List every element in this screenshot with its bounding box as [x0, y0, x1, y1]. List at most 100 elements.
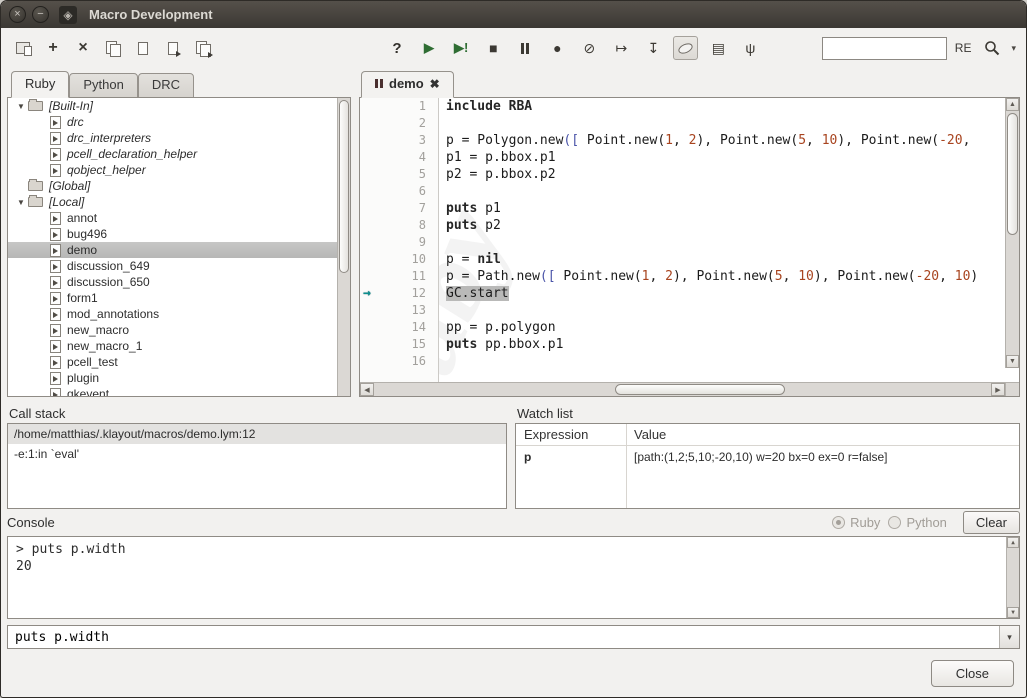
editor-line[interactable]: GC.start — [446, 285, 1019, 302]
tab-python[interactable]: Python — [69, 73, 137, 98]
minimize-window-icon[interactable]: − — [32, 6, 49, 23]
tab-ruby[interactable]: Ruby — [11, 71, 69, 98]
clear-breakpoints-icon[interactable]: ⊘ — [577, 36, 601, 60]
scroll-left-icon[interactable]: ◀ — [360, 383, 374, 396]
gutter-line[interactable]: 13 — [360, 302, 438, 319]
tree-item-form1[interactable]: form1 — [8, 290, 350, 306]
breakpoint-icon[interactable]: ● — [545, 36, 569, 60]
tree-item-global[interactable]: [Global] — [8, 178, 350, 194]
search-icon[interactable] — [979, 36, 1005, 60]
tree-scrollbar[interactable] — [337, 98, 350, 396]
new-macro-icon[interactable] — [11, 36, 35, 60]
history-dropdown-icon[interactable]: ▾ — [999, 626, 1019, 648]
scroll-right-icon[interactable]: ▶ — [991, 383, 1005, 396]
run-icon[interactable]: ▶ — [417, 36, 441, 60]
gutter-line[interactable]: 8 — [360, 217, 438, 234]
tree-item-qobject-helper[interactable]: qobject_helper — [8, 162, 350, 178]
editor-line[interactable] — [446, 183, 1019, 200]
gutter-line[interactable]: 4 — [360, 149, 438, 166]
editor-line[interactable]: p = nil — [446, 251, 1019, 268]
editor-line[interactable]: p = Path.new([ Point.new(1, 2), Point.ne… — [446, 268, 1019, 285]
tree-scrollbar-thumb[interactable] — [339, 100, 349, 273]
tree-item-qkevent[interactable]: qkevent — [8, 386, 350, 397]
tree-item-local[interactable]: ▼[Local] — [8, 194, 350, 210]
console-scrollbar[interactable]: ▲ ▼ — [1006, 537, 1019, 618]
watch-row[interactable]: p[path:(1,2;5,10;-20,10) w=20 bx=0 ex=0 … — [516, 446, 1019, 468]
search-options-chevron-icon[interactable]: ▾ — [1011, 43, 1016, 54]
tree-item-pcell-declaration-helper[interactable]: pcell_declaration_helper — [8, 146, 350, 162]
gutter-line[interactable]: 16 — [360, 353, 438, 370]
tree-item-annot[interactable]: annot — [8, 210, 350, 226]
save-all-icon[interactable] — [191, 36, 215, 60]
editor-line[interactable]: puts p2 — [446, 217, 1019, 234]
console-scroll-down-icon[interactable]: ▼ — [1007, 607, 1019, 618]
editor-vscrollbar[interactable]: ▲ ▼ — [1005, 98, 1019, 368]
editor-line[interactable]: p2 = p.bbox.p2 — [446, 166, 1019, 183]
console-output[interactable]: > puts p.width20 ▲ ▼ — [7, 536, 1020, 619]
gutter-line[interactable]: 3 — [360, 132, 438, 149]
gutter-line[interactable]: 2 — [360, 115, 438, 132]
close-window-icon[interactable]: × — [9, 6, 26, 23]
tree-item-discussion-649[interactable]: discussion_649 — [8, 258, 350, 274]
call-stack-frame[interactable]: -e:1:in `eval' — [8, 444, 506, 464]
line-number-gutter[interactable]: 1234567891011→1213141516 — [360, 98, 439, 382]
editor-hscrollbar[interactable]: ◀ ▶ — [360, 382, 1019, 396]
tree-item-plugin[interactable]: plugin — [8, 370, 350, 386]
tree-item-bug496[interactable]: bug496 — [8, 226, 350, 242]
step-over-icon[interactable]: ↦ — [609, 36, 633, 60]
add-icon[interactable]: + — [41, 36, 65, 60]
clear-output-icon[interactable] — [673, 36, 698, 60]
tree-item-built-in[interactable]: ▼[Built-In] — [8, 98, 350, 114]
close-tab-icon[interactable]: ✖ — [430, 78, 440, 90]
radio-python[interactable]: Python — [888, 515, 946, 530]
gutter-line[interactable]: 11 — [360, 268, 438, 285]
regex-toggle[interactable]: RE — [955, 41, 972, 55]
gutter-line[interactable]: 5 — [360, 166, 438, 183]
setup-icon[interactable]: ψ — [738, 36, 762, 60]
gutter-line[interactable]: →12 — [360, 285, 438, 302]
editor-line[interactable]: puts pp.bbox.p1 — [446, 336, 1019, 353]
rename-icon[interactable] — [101, 36, 125, 60]
help-icon[interactable]: ? — [385, 36, 409, 60]
console-input[interactable] — [8, 626, 999, 648]
tree-item-discussion-650[interactable]: discussion_650 — [8, 274, 350, 290]
editor-line[interactable]: pp = p.polygon — [446, 319, 1019, 336]
stop-icon[interactable]: ■ — [481, 36, 505, 60]
run-from-current-icon[interactable]: ▶! — [449, 36, 473, 60]
tree-item-drc[interactable]: drc — [8, 114, 350, 130]
gutter-line[interactable]: 7 — [360, 200, 438, 217]
tree-item-new-macro[interactable]: new_macro — [8, 322, 350, 338]
clear-console-button[interactable]: Clear — [963, 511, 1020, 534]
gutter-line[interactable]: 6 — [360, 183, 438, 200]
gutter-line[interactable]: 14 — [360, 319, 438, 336]
gutter-line[interactable]: 10 — [360, 251, 438, 268]
gutter-line[interactable]: 9 — [360, 234, 438, 251]
scroll-up-icon[interactable]: ▲ — [1006, 98, 1019, 111]
editor-line[interactable] — [446, 115, 1019, 132]
tree-item-pcell-test[interactable]: pcell_test — [8, 354, 350, 370]
code-area[interactable]: include RBA p = Polygon.new([ Point.new(… — [439, 98, 1019, 382]
editor-line[interactable] — [446, 302, 1019, 319]
tab-demo[interactable]: demo ✖ — [361, 71, 454, 98]
tab-drc[interactable]: DRC — [138, 73, 194, 98]
console-scroll-up-icon[interactable]: ▲ — [1007, 537, 1019, 548]
scroll-down-icon[interactable]: ▼ — [1006, 355, 1019, 368]
expander-icon[interactable]: ▼ — [14, 102, 28, 111]
editor-line[interactable]: include RBA — [446, 98, 1019, 115]
radio-ruby[interactable]: Ruby — [832, 515, 880, 530]
gutter-line[interactable]: 1 — [360, 98, 438, 115]
call-stack-frame[interactable]: /home/matthias/.klayout/macros/demo.lym:… — [8, 424, 506, 444]
editor-line[interactable] — [446, 353, 1019, 370]
search-input[interactable] — [822, 37, 947, 60]
delete-icon[interactable]: × — [71, 36, 95, 60]
watch-column-header[interactable]: Value — [626, 424, 1019, 445]
editor-hscrollbar-thumb[interactable] — [615, 384, 785, 395]
pause-icon[interactable] — [513, 36, 537, 60]
expander-icon[interactable]: ▼ — [14, 198, 28, 207]
step-into-icon[interactable]: ↧ — [641, 36, 665, 60]
gutter-line[interactable]: 15 — [360, 336, 438, 353]
new-file-icon[interactable] — [131, 36, 155, 60]
editor-line[interactable]: p1 = p.bbox.p1 — [446, 149, 1019, 166]
editor-vscrollbar-thumb[interactable] — [1007, 113, 1018, 235]
watch-column-divider[interactable] — [626, 424, 627, 508]
